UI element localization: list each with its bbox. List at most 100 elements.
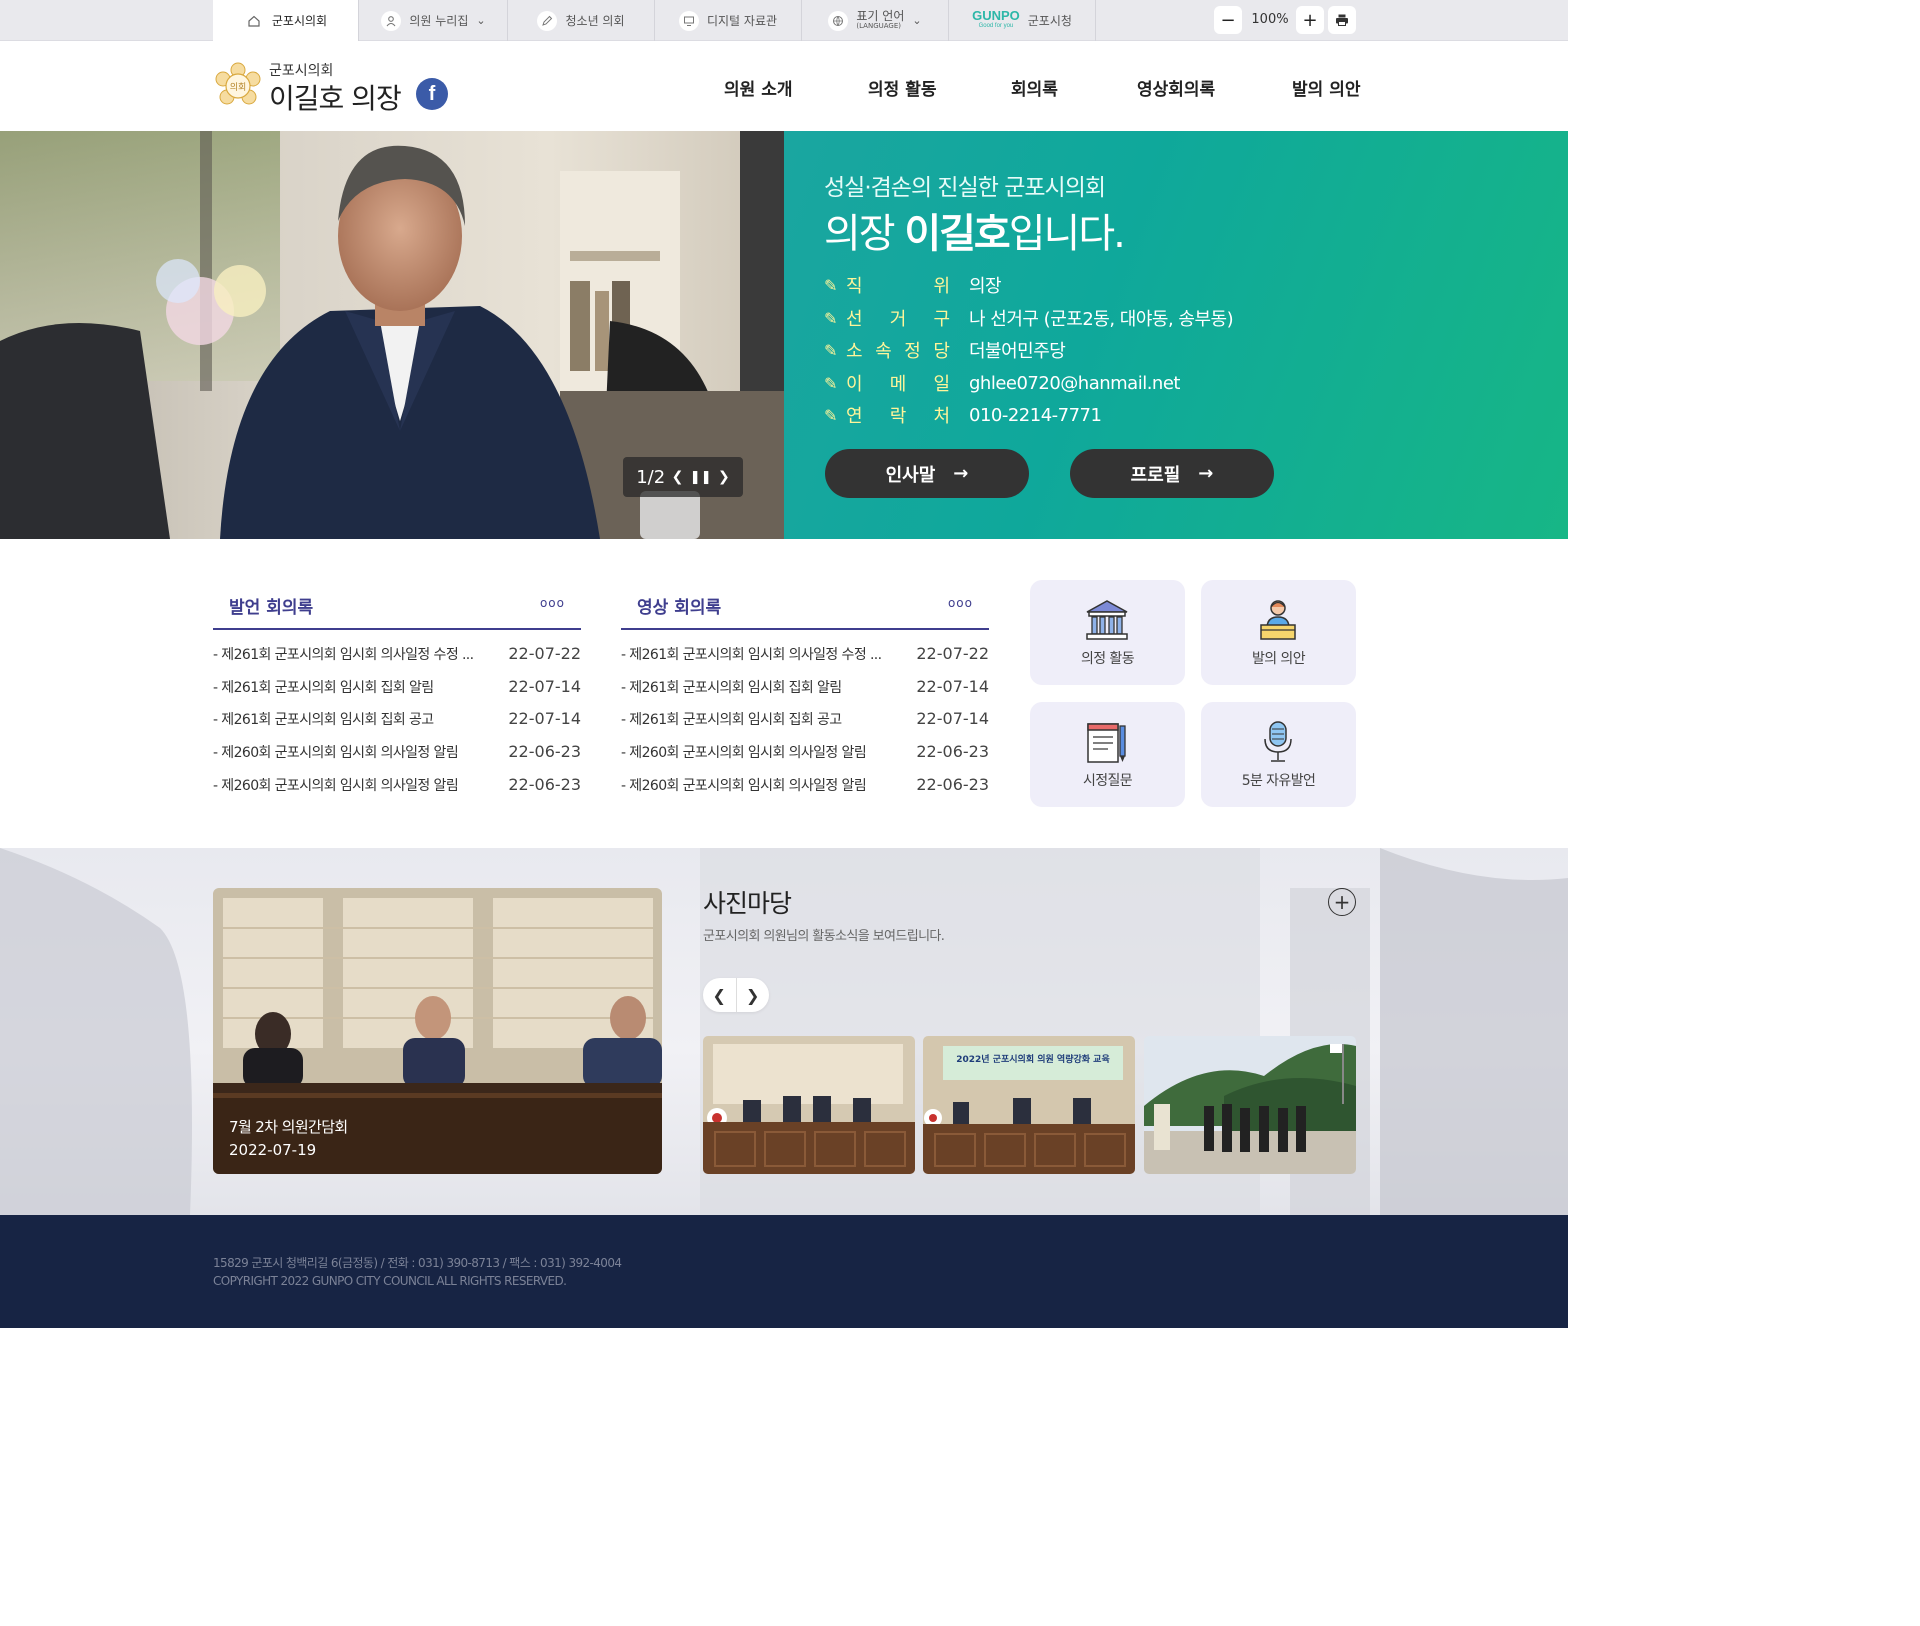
tab-council-home[interactable]: 군포시의회	[213, 0, 359, 41]
tab-youth-council[interactable]: 청소년 의회	[508, 0, 655, 41]
tab-sublabel: (LANGUAGE)	[856, 21, 901, 30]
next-slide-icon[interactable]: ❯	[718, 469, 730, 485]
tab-label: 의원 누리집	[409, 14, 469, 28]
board-title[interactable]: 발언 회의록	[229, 593, 313, 618]
arrow-right-icon: →	[1198, 463, 1214, 484]
tab-member-sites[interactable]: 의원 누리집 ⌄	[360, 0, 508, 41]
gallery-arrows: ❮ ❯	[703, 978, 769, 1012]
facebook-button[interactable]: f	[416, 78, 448, 110]
list-item[interactable]: - 제261회 군포시의회 임시회 의사일정 수정 ... 22-07-22	[621, 644, 989, 668]
nav-bills[interactable]: 발의 의안	[1292, 75, 1360, 100]
info-row-district: ✎ 선거구 나 선거구 (군포2동, 대야동, 송부동)	[824, 306, 1234, 331]
quick-link-label: 발의 의안	[1252, 651, 1306, 667]
quick-link-bills[interactable]: 발의 의안	[1201, 580, 1356, 685]
info-label: 직위	[846, 276, 950, 297]
photo-gallery-section: 7월 2차 의원간담회 2022-07-19 사진마당 군포시의회 의원님의 활…	[0, 848, 1568, 1215]
gunpo-logo: GUNPO Good for you	[972, 9, 1020, 32]
more-button[interactable]: ooo	[948, 596, 973, 610]
thumbnail-banner-text: 2022년 군포시의회 의원 역량강화 교육	[956, 1053, 1110, 1065]
board-title[interactable]: 영상 회의록	[637, 593, 721, 618]
gallery-thumbnail[interactable]: 2022년 군포시의회 의원 역량강화 교육	[923, 1036, 1135, 1174]
pause-icon[interactable]: ❚❚	[690, 470, 712, 485]
nav-video-minutes[interactable]: 영상회의록	[1137, 75, 1215, 100]
profile-label: 프로필	[1130, 464, 1181, 486]
zoom-out-button[interactable]: −	[1214, 6, 1242, 34]
person-icon	[381, 10, 402, 31]
greeting-label: 인사말	[885, 464, 936, 486]
gunpo-brand-sub: Good for you	[978, 22, 1014, 29]
info-row-position: ✎ 직위 의장	[824, 273, 1002, 298]
council-emblem-logo[interactable]: 의회	[213, 61, 263, 111]
info-row-party: ✎ 소속정당 더불어민주당	[824, 338, 1066, 363]
chevron-down-icon: ⌄	[476, 14, 486, 27]
arrow-right-icon: →	[953, 463, 969, 484]
page-title: 이길호 의장	[269, 82, 402, 115]
slide-counter: 1/2	[636, 466, 666, 488]
chevron-down-icon: ⌄	[912, 14, 922, 27]
prev-slide-icon[interactable]: ❮	[672, 469, 684, 485]
plus-icon: +	[1333, 890, 1351, 914]
more-photos-button[interactable]: +	[1328, 888, 1356, 916]
greeting-button[interactable]: 인사말 →	[825, 449, 1029, 498]
tab-language[interactable]: 표기 언어 (LANGUAGE) ⌄	[802, 0, 949, 41]
list-item[interactable]: - 제261회 군포시의회 임시회 집회 공고 22-07-14	[213, 709, 581, 733]
nav-activities[interactable]: 의정 활동	[868, 75, 936, 100]
pencil-icon: ✎	[824, 373, 838, 393]
quick-link-activities[interactable]: 의정 활동	[1030, 580, 1185, 685]
notepad-icon	[1087, 723, 1126, 763]
quick-link-label: 의정 활동	[1081, 651, 1135, 667]
more-button[interactable]: ooo	[540, 596, 565, 610]
info-row-phone: ✎ 연락처 010-2214-7771	[824, 403, 1102, 428]
list-item[interactable]: - 제261회 군포시의회 임시회 집회 알림 22-07-14	[621, 677, 989, 701]
quick-link-label: 시정질문	[1082, 773, 1133, 789]
print-icon	[1336, 14, 1348, 26]
top-utility-bar: 군포시의회 의원 누리집 ⌄ 청소년 의회 디지털 자료관 표기 언어 (LAN…	[0, 0, 1568, 41]
zoom-level: 100%	[1251, 12, 1289, 27]
nav-member-intro[interactable]: 의원 소개	[724, 75, 792, 100]
prev-arrow-button[interactable]: ❮	[703, 978, 737, 1012]
home-icon	[244, 11, 264, 31]
building-icon	[1086, 600, 1128, 640]
info-label: 연락처	[846, 406, 950, 427]
featured-photo[interactable]: 7월 2차 의원간담회 2022-07-19	[213, 888, 662, 1174]
info-value: 010-2214-7771	[969, 404, 1102, 426]
tab-gunpo-city[interactable]: GUNPO Good for you 군포시청	[949, 0, 1096, 41]
quick-link-questions[interactable]: 시정질문	[1030, 702, 1185, 807]
site-header: 의회 군포시의회 이길호 의장 f 의원 소개 의정 활동 회의록 영상회의록 …	[0, 41, 1568, 131]
pencil-icon: ✎	[824, 340, 838, 360]
pencil-icon: ✎	[824, 275, 838, 295]
quick-link-free-speech[interactable]: 5분 자유발언	[1201, 702, 1356, 807]
language-label-group: 표기 언어 (LANGUAGE)	[856, 8, 905, 31]
tab-label: 표기 언어	[856, 8, 905, 23]
chevron-right-icon: ❯	[746, 985, 760, 1005]
hero-title: 의장 이길호입니다.	[824, 201, 1126, 259]
list-item[interactable]: - 제260회 군포시의회 임시회 의사일정 알림 22-06-23	[213, 775, 581, 799]
print-button[interactable]	[1328, 6, 1356, 34]
tab-digital-archive[interactable]: 디지털 자료관	[655, 0, 802, 41]
board-divider	[621, 628, 989, 630]
list-item[interactable]: - 제261회 군포시의회 임시회 집회 알림 22-07-14	[213, 677, 581, 701]
hero-title-prefix: 의장	[824, 211, 905, 257]
list-item[interactable]: - 제260회 군포시의회 임시회 의사일정 알림 22-06-23	[621, 775, 989, 799]
profile-button[interactable]: 프로필 →	[1070, 449, 1274, 498]
gallery-thumbnail[interactable]	[1144, 1036, 1356, 1174]
zoom-in-button[interactable]: +	[1296, 6, 1324, 34]
info-value: 의장	[969, 276, 1002, 297]
monitor-icon	[678, 10, 699, 31]
nav-minutes[interactable]: 회의록	[1011, 75, 1058, 100]
microphone-icon	[1264, 721, 1292, 762]
list-item[interactable]: - 제261회 군포시의회 임시회 집회 공고 22-07-14	[621, 709, 989, 733]
featured-photo-date: 2022-07-19	[229, 1141, 317, 1159]
hero-title-suffix: 입니다.	[1008, 211, 1126, 257]
list-item[interactable]: - 제261회 군포시의회 임시회 의사일정 수정 ... 22-07-22	[213, 644, 581, 668]
list-item[interactable]: - 제260회 군포시의회 임시회 의사일정 알림 22-06-23	[621, 742, 989, 766]
next-arrow-button[interactable]: ❯	[737, 978, 770, 1012]
hero-title-name: 이길호	[904, 211, 1010, 257]
slider-control: 1/2 ❮ ❚❚ ❯	[623, 457, 743, 497]
list-item[interactable]: - 제260회 군포시의회 임시회 의사일정 알림 22-06-23	[213, 742, 581, 766]
section-title: 사진마당	[703, 889, 792, 918]
tab-label: 군포시의회	[271, 14, 328, 28]
tab-label: 청소년 의회	[565, 14, 625, 28]
pencil-icon: ✎	[824, 405, 838, 425]
gallery-thumbnail[interactable]	[703, 1036, 915, 1174]
